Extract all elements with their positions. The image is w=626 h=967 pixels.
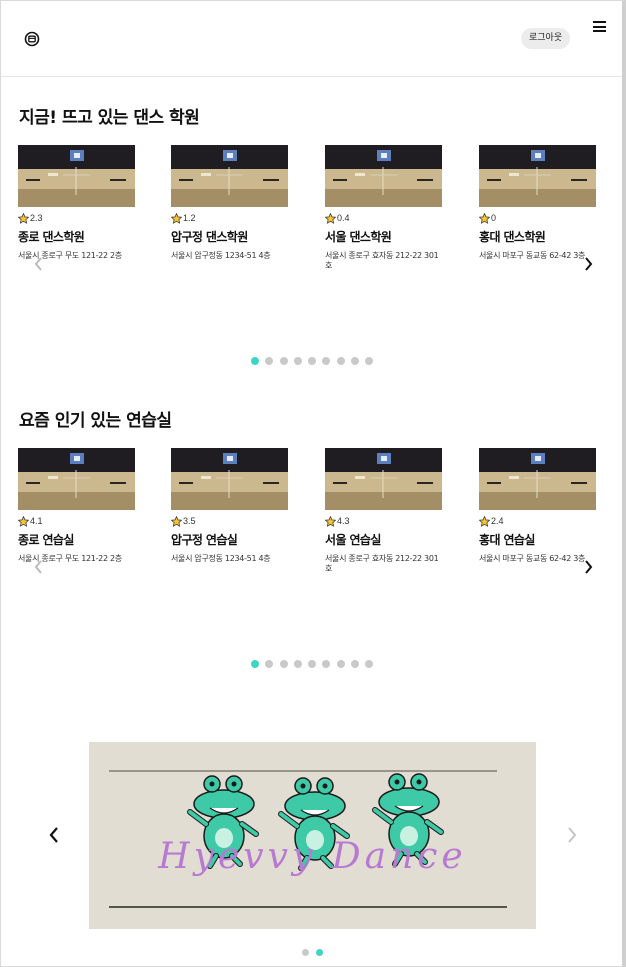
studio-thumbnail-image[interactable] bbox=[171, 448, 288, 510]
rating: 2.4 bbox=[479, 515, 597, 527]
studio-name[interactable]: 압구정 댄스학원 bbox=[171, 228, 289, 245]
studio-address: 서울시 압구정동 1234-51 4층 bbox=[171, 554, 271, 563]
studio-card[interactable]: 3.5 압구정 연습실서울시 압구정동 1234-51 4층 bbox=[171, 448, 289, 564]
carousel-pagination bbox=[251, 660, 380, 668]
pagination-dot[interactable] bbox=[308, 357, 317, 365]
studio-name[interactable]: 서울 댄스학원 bbox=[325, 228, 443, 245]
pagination-dot[interactable] bbox=[322, 660, 331, 668]
banner-next-arrow-icon[interactable] bbox=[565, 826, 579, 844]
pagination-dot[interactable] bbox=[336, 357, 345, 365]
studio-thumbnail-image[interactable] bbox=[18, 145, 135, 207]
studio-thumbnail-image[interactable] bbox=[18, 448, 135, 510]
rating: 0 bbox=[479, 212, 597, 224]
star-icon bbox=[325, 212, 336, 224]
pagination-dot[interactable] bbox=[265, 660, 274, 668]
rating-value: 3.5 bbox=[183, 516, 196, 526]
rating: 2.3 bbox=[18, 212, 136, 224]
star-icon bbox=[171, 212, 182, 224]
studio-card[interactable]: 4.3 서울 연습실서울시 종로구 효자동 212-22 301호 bbox=[325, 448, 443, 574]
star-icon bbox=[479, 212, 490, 224]
rating: 0.4 bbox=[325, 212, 443, 224]
rating-value: 2.3 bbox=[30, 213, 43, 223]
studio-thumbnail-image[interactable] bbox=[325, 145, 442, 207]
studio-thumbnail-image[interactable] bbox=[479, 145, 596, 207]
pagination-dot[interactable] bbox=[279, 357, 288, 365]
studio-name[interactable]: 홍대 연습실 bbox=[479, 531, 597, 548]
rating-value: 4.1 bbox=[30, 516, 43, 526]
studio-address: 서울시 종로구 효자동 212-22 301호 bbox=[325, 554, 439, 573]
studio-card[interactable]: 4.1 종로 연습실 서울시 종로구 무도 121-22 2층 bbox=[18, 448, 136, 564]
rating-value: 0 bbox=[491, 213, 497, 223]
rating: 1.2 bbox=[171, 212, 289, 224]
star-icon bbox=[18, 212, 29, 224]
studio-thumbnail-image[interactable] bbox=[325, 448, 442, 510]
section-title-dance-academies: 지금! 뜨고 있는 댄스 학원 bbox=[19, 108, 200, 128]
studio-thumbnail-image[interactable] bbox=[479, 448, 596, 510]
star-icon bbox=[479, 515, 490, 527]
studio-address: 서울시 마포구 동교동 62-42 3층 bbox=[479, 251, 586, 260]
pagination-dot[interactable] bbox=[365, 660, 374, 668]
banner-image: Hyevvy Dance bbox=[89, 742, 536, 929]
pagination-dot[interactable] bbox=[293, 357, 302, 365]
carousel-prev-arrow-icon[interactable] bbox=[33, 256, 45, 272]
rating-value: 0.4 bbox=[337, 213, 350, 223]
pagination-dot[interactable] bbox=[251, 357, 259, 365]
studio-card[interactable]: 1.2 압구정 댄스학원서울시 압구정동 1234-51 4층 bbox=[171, 145, 289, 261]
star-icon bbox=[325, 515, 336, 527]
studio-address: 서울시 압구정동 1234-51 4층 bbox=[171, 251, 271, 260]
rating: 4.3 bbox=[325, 515, 443, 527]
logo-circle-icon[interactable] bbox=[24, 31, 40, 47]
pagination-dot[interactable] bbox=[336, 660, 345, 668]
studio-address: 서울시 마포구 동교동 62-42 3층 bbox=[479, 554, 586, 563]
pagination-dot[interactable] bbox=[351, 357, 360, 365]
studio-card[interactable]: 2.4 홍대 연습실서울시 마포구 동교동 62-42 3층 bbox=[479, 448, 597, 564]
pagination-dot[interactable] bbox=[308, 660, 317, 668]
rating: 4.1 bbox=[18, 515, 136, 527]
studio-card[interactable]: 2.3 종로 댄스학원 서울시 종로구 무도 121-22 2층 bbox=[18, 145, 136, 261]
studio-card[interactable]: 0.4 서울 댄스학원서울시 종로구 효자동 212-22 301호 bbox=[325, 145, 443, 271]
pagination-dot[interactable] bbox=[322, 357, 331, 365]
pagination-dot[interactable] bbox=[279, 660, 288, 668]
studio-card[interactable]: 0 홍대 댄스학원서울시 마포구 동교동 62-42 3층 bbox=[479, 145, 597, 261]
studio-thumbnail-image[interactable] bbox=[171, 145, 288, 207]
studio-address: 서울시 종로구 효자동 212-22 301호 bbox=[325, 251, 439, 270]
pagination-dot[interactable] bbox=[265, 357, 274, 365]
pagination-dot[interactable] bbox=[302, 949, 309, 956]
carousel-next-arrow-icon[interactable] bbox=[582, 256, 594, 272]
banner-prev-arrow-icon[interactable] bbox=[47, 826, 61, 844]
studio-name[interactable]: 종로 댄스학원 bbox=[18, 228, 136, 245]
rating-value: 1.2 bbox=[183, 213, 196, 223]
pagination-dot[interactable] bbox=[365, 357, 374, 365]
rating: 3.5 bbox=[171, 515, 289, 527]
top-header: 로그아웃 bbox=[1, 1, 622, 77]
carousel-prev-arrow-icon[interactable] bbox=[33, 559, 45, 575]
pagination-dot[interactable] bbox=[316, 949, 323, 956]
star-icon bbox=[171, 515, 182, 527]
studio-name[interactable]: 서울 연습실 bbox=[325, 531, 443, 548]
star-icon bbox=[18, 515, 29, 527]
carousel-next-arrow-icon[interactable] bbox=[582, 559, 594, 575]
pagination-dot[interactable] bbox=[251, 660, 259, 668]
logout-button[interactable]: 로그아웃 bbox=[521, 28, 571, 49]
studio-name[interactable]: 종로 연습실 bbox=[18, 531, 136, 548]
banner-title: Hyevvy Dance bbox=[158, 836, 467, 877]
banner-pagination bbox=[302, 949, 330, 956]
studio-name[interactable]: 홍대 댄스학원 bbox=[479, 228, 597, 245]
pagination-dot[interactable] bbox=[293, 660, 302, 668]
studio-name[interactable]: 압구정 연습실 bbox=[171, 531, 289, 548]
section-title-practice-rooms: 요즘 인기 있는 연습실 bbox=[19, 411, 172, 431]
carousel-pagination bbox=[251, 357, 380, 365]
rating-value: 2.4 bbox=[491, 516, 504, 526]
hamburger-menu-icon[interactable] bbox=[593, 21, 606, 32]
rating-value: 4.3 bbox=[337, 516, 350, 526]
pagination-dot[interactable] bbox=[351, 660, 360, 668]
